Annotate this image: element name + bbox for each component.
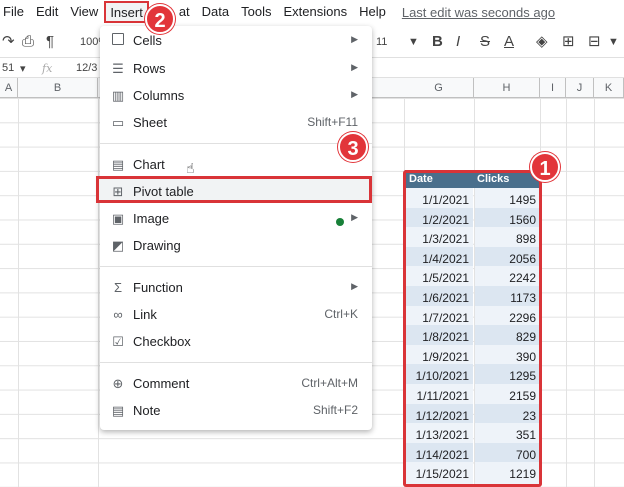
checkbox-icon: ☑ bbox=[112, 334, 124, 349]
fill-color-icon[interactable]: ◈ bbox=[536, 32, 548, 52]
menu-item-chart[interactable]: ▤ Chart ☝ bbox=[100, 152, 372, 178]
grid-line bbox=[18, 98, 19, 487]
menu-view[interactable]: View bbox=[64, 0, 104, 24]
menu-item-sheet[interactable]: ▭ Sheet Shift+F11 bbox=[100, 110, 372, 136]
column-header-i[interactable]: I bbox=[540, 78, 566, 98]
column-header-a[interactable]: A bbox=[0, 78, 18, 98]
menu-item-label: Drawing bbox=[133, 238, 181, 253]
grid-line bbox=[98, 98, 99, 487]
menu-item-label: Cells bbox=[133, 33, 162, 48]
menu-divider bbox=[100, 266, 372, 267]
menu-item-label: Columns bbox=[133, 88, 185, 103]
menu-item-function[interactable]: Σ Function ▶ bbox=[100, 275, 372, 301]
grid-line bbox=[566, 98, 567, 487]
menu-item-rows[interactable]: ☰ Rows ▶ bbox=[100, 56, 372, 82]
menu-item-label: Image bbox=[133, 211, 170, 226]
rows-icon: ☰ bbox=[112, 61, 124, 76]
columns-icon: ▥ bbox=[111, 88, 125, 103]
menu-data[interactable]: Data bbox=[196, 0, 235, 24]
shortcut-label: Shift+F2 bbox=[312, 403, 358, 417]
menu-item-drawing[interactable]: ◩ Drawing bbox=[100, 233, 372, 259]
menu-insert[interactable]: Insert bbox=[104, 1, 149, 23]
menu-item-label: Rows bbox=[133, 61, 166, 76]
shortcut-label: Ctrl+Alt+M bbox=[301, 376, 358, 390]
drawing-icon: ◩ bbox=[111, 238, 125, 253]
column-header-k[interactable]: K bbox=[594, 78, 624, 98]
chevron-down-icon[interactable]: ▼ bbox=[408, 32, 419, 52]
last-edit-link[interactable]: Last edit was seconds ago bbox=[402, 5, 555, 20]
text-color-button[interactable]: A bbox=[504, 32, 514, 52]
menu-divider bbox=[100, 143, 372, 144]
column-header-g[interactable]: G bbox=[404, 78, 474, 98]
chevron-down-icon[interactable]: ▼ bbox=[608, 32, 619, 52]
menu-file[interactable]: File bbox=[0, 0, 30, 24]
menu-item-note[interactable]: ▤ Note Shift+F2 bbox=[100, 398, 372, 424]
chevron-right-icon: ▶ bbox=[351, 281, 358, 291]
new-feature-dot bbox=[336, 214, 344, 229]
chevron-down-icon[interactable]: ▾ bbox=[20, 62, 26, 75]
sigma-icon: Σ bbox=[113, 280, 123, 295]
menu-extensions[interactable]: Extensions bbox=[278, 0, 354, 24]
redo-icon[interactable]: ↷ bbox=[2, 32, 15, 52]
strikethrough-button[interactable]: S bbox=[480, 32, 490, 52]
menu-bar: File Edit View Insert at Data Tools Exte… bbox=[0, 0, 624, 24]
menu-help[interactable]: Help bbox=[353, 0, 392, 24]
column-header-j[interactable]: J bbox=[566, 78, 594, 98]
borders-icon[interactable]: ⊞ bbox=[562, 32, 575, 52]
print-icon[interactable]: ⎙ bbox=[22, 32, 34, 52]
cell-reference[interactable]: 51 bbox=[2, 62, 14, 74]
menu-item-link[interactable]: ∞ Link Ctrl+K bbox=[100, 302, 372, 328]
note-icon: ▤ bbox=[111, 403, 125, 418]
chevron-right-icon: ▶ bbox=[351, 62, 358, 72]
menu-item-image[interactable]: ▣ Image ▶ bbox=[100, 206, 372, 232]
menu-item-pivot-table[interactable]: ⊞ Pivot table bbox=[100, 179, 372, 205]
shortcut-label: Shift+F11 bbox=[307, 115, 358, 129]
menu-tools[interactable]: Tools bbox=[235, 0, 277, 24]
sheet-icon: ▭ bbox=[111, 115, 125, 130]
insert-menu: Cells ▶ ☰ Rows ▶ ▥ Columns ▶ ▭ Sheet Shi… bbox=[96, 26, 372, 430]
menu-divider bbox=[100, 362, 372, 363]
menu-edit[interactable]: Edit bbox=[30, 0, 64, 24]
table-selection-outline bbox=[403, 170, 542, 487]
menu-item-label: Pivot table bbox=[133, 184, 194, 199]
menu-item-label: Link bbox=[133, 307, 157, 322]
cells-icon bbox=[110, 33, 126, 49]
comment-icon: ⊕ bbox=[112, 376, 124, 391]
menu-item-label: Function bbox=[133, 280, 183, 295]
link-icon: ∞ bbox=[113, 307, 123, 322]
column-header-b[interactable]: B bbox=[18, 78, 98, 98]
chevron-right-icon: ▶ bbox=[351, 34, 358, 44]
formula-input[interactable]: 12/3 bbox=[76, 62, 97, 74]
pivot-table-icon: ⊞ bbox=[112, 184, 124, 199]
bold-button[interactable]: B bbox=[432, 32, 443, 52]
chevron-right-icon: ▶ bbox=[351, 89, 358, 99]
chart-icon: ▤ bbox=[111, 157, 125, 172]
merge-cells-icon[interactable]: ⊟ bbox=[588, 32, 601, 52]
menu-item-label: Comment bbox=[133, 376, 190, 391]
menu-item-comment[interactable]: ⊕ Comment Ctrl+Alt+M bbox=[100, 371, 372, 397]
paint-format-icon[interactable]: ¶ bbox=[46, 32, 54, 52]
menu-item-cells[interactable]: Cells ▶ bbox=[100, 28, 372, 54]
grid-line bbox=[594, 98, 595, 487]
step-badge-2: 2 bbox=[145, 4, 175, 34]
menu-item-checkbox[interactable]: ☑ Checkbox bbox=[100, 329, 372, 355]
shortcut-label: Ctrl+K bbox=[324, 307, 358, 321]
fx-icon: fx bbox=[42, 62, 53, 75]
menu-item-label: Checkbox bbox=[133, 334, 191, 349]
column-header-h[interactable]: H bbox=[474, 78, 540, 98]
menu-item-label: Chart bbox=[133, 157, 165, 172]
image-icon: ▣ bbox=[111, 211, 125, 226]
menu-item-label: Sheet bbox=[133, 115, 167, 130]
font-size-select[interactable]: 11 bbox=[376, 32, 387, 52]
menu-item-label: Note bbox=[133, 403, 161, 418]
step-badge-1: 1 bbox=[530, 152, 560, 182]
step-badge-3: 3 bbox=[338, 132, 368, 162]
italic-button[interactable]: I bbox=[456, 32, 460, 52]
menu-item-columns[interactable]: ▥ Columns ▶ bbox=[100, 83, 372, 109]
chevron-right-icon: ▶ bbox=[351, 212, 358, 222]
hand-cursor-icon: ☝ bbox=[186, 160, 195, 176]
